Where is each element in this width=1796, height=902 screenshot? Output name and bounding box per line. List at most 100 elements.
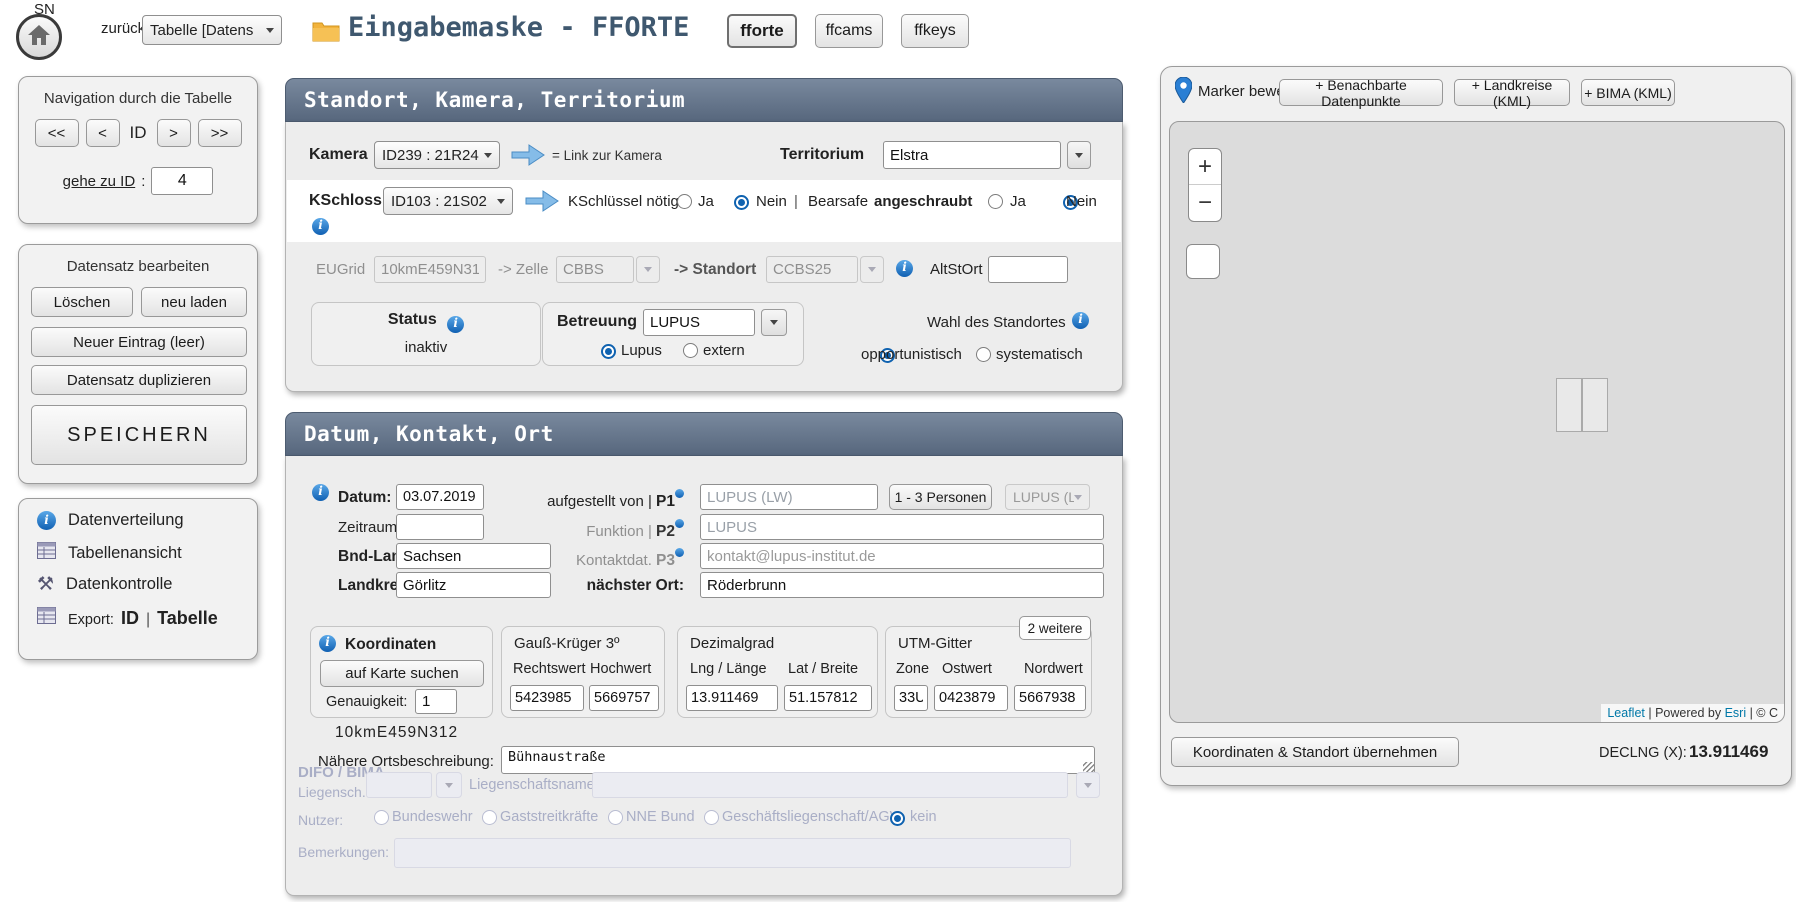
p1-select[interactable]: LUPUS (LW	[1005, 484, 1090, 510]
betreuung-extern-radio[interactable]	[683, 343, 698, 358]
wahl-label: Wahl des Standortes	[927, 314, 1066, 331]
map-marker-icon	[1175, 77, 1192, 108]
p3-input[interactable]	[700, 543, 1104, 569]
export-label: Export:	[68, 612, 114, 628]
map-layers-button[interactable]	[1186, 244, 1220, 279]
info-icon[interactable]	[675, 548, 684, 557]
reload-button[interactable]: neu laden	[141, 287, 247, 317]
info-icon[interactable]	[319, 635, 336, 652]
duplicate-button[interactable]: Datensatz duplizieren	[31, 365, 247, 395]
bearsafe-label: Bearsafe	[808, 193, 868, 210]
bearsafe-ja-radio[interactable]	[988, 194, 1003, 209]
export-id-link[interactable]: ID	[121, 608, 139, 629]
dez-lat-input[interactable]	[784, 685, 872, 711]
bima-button[interactable]: + BIMA (KML)	[1581, 79, 1675, 106]
attribution-text: | Powered by	[1645, 706, 1725, 720]
ort-input[interactable]	[700, 572, 1104, 598]
utm-zone-input[interactable]	[894, 685, 928, 711]
utm-nordwert-label: Nordwert	[1024, 661, 1083, 677]
p2-input[interactable]	[700, 514, 1104, 540]
goto-id-link[interactable]: gehe zu ID	[63, 173, 136, 190]
edit-box-title: Datensatz bearbeiten	[19, 258, 257, 275]
liegenschaftsname-dropdown-button	[1076, 772, 1100, 798]
map-canvas[interactable]: + − Leaflet | Powered by Esri | © C	[1169, 121, 1785, 723]
personen-button[interactable]: 1 - 3 Personen	[889, 484, 992, 510]
genauigkeit-input[interactable]	[415, 689, 457, 714]
nutzer-gaststreitkraefte-label: Gaststreitkräfte	[500, 809, 598, 825]
betreuung-lupus-radio[interactable]	[601, 344, 616, 359]
apply-coordinates-button[interactable]: Koordinaten & Standort übernehmen	[1171, 737, 1459, 767]
utm-zone-label: Zone	[896, 661, 929, 677]
link-tabellenansicht[interactable]: Tabellenansicht	[37, 542, 182, 564]
gk-rechtswert-input[interactable]	[510, 685, 584, 711]
home-button[interactable]	[16, 14, 62, 60]
utm-ostwert-input[interactable]	[934, 685, 1008, 711]
info-icon[interactable]	[312, 484, 329, 501]
liegenschaftsname-input	[592, 772, 1068, 798]
bearsafe-nein-label: Nein	[1066, 193, 1097, 210]
home-icon	[27, 24, 51, 51]
nav-first-button[interactable]: <<	[35, 119, 79, 147]
p1-input[interactable]	[700, 484, 878, 510]
territorium-dropdown-button[interactable]	[1067, 141, 1091, 169]
link-arrow-icon[interactable]	[510, 143, 546, 172]
nutzer-bundeswehr-radio	[374, 810, 389, 825]
gk-col1-label: Rechtswert	[513, 661, 586, 677]
info-icon[interactable]	[312, 218, 329, 235]
leaflet-link[interactable]: Leaflet	[1607, 706, 1645, 720]
p1-label-text: aufgestellt von |	[547, 493, 652, 510]
kamera-select[interactable]: ID239 : 21R24	[374, 141, 500, 169]
betreuung-input[interactable]	[643, 309, 755, 336]
utm-more-button[interactable]: 2 weitere	[1019, 616, 1091, 640]
nav-last-button[interactable]: >>	[198, 119, 242, 147]
gk-hochwert-input[interactable]	[589, 685, 659, 711]
utm-nordwert-input[interactable]	[1014, 685, 1086, 711]
gk-box: Gauß-Krüger 3º Rechtswert Hochwert	[501, 626, 665, 718]
info-icon[interactable]	[447, 316, 464, 333]
info-icon[interactable]	[675, 489, 684, 498]
dez-title: Dezimalgrad	[690, 635, 774, 652]
app-button-ffkeys[interactable]: ffkeys	[901, 14, 969, 48]
betreuung-dropdown-button[interactable]	[761, 309, 787, 336]
nav-box: Navigation durch die Tabelle << < ID > >…	[18, 76, 258, 224]
table-select[interactable]: Tabelle [Datens	[142, 15, 282, 45]
delete-button[interactable]: Löschen	[31, 287, 133, 317]
link-arrow-icon[interactable]	[524, 189, 560, 218]
ortsbeschreibung-textarea[interactable]: Bühnaustraße	[501, 746, 1095, 774]
app-button-ffcams[interactable]: ffcams	[815, 14, 883, 48]
gk-title: Gauß-Krüger 3º	[514, 635, 620, 652]
neighbors-button[interactable]: + Benachbarte Datenpunkte	[1279, 79, 1443, 106]
altstort-input[interactable]	[988, 256, 1068, 283]
zoom-out-button[interactable]: −	[1189, 185, 1221, 221]
betreuung-label: Betreuung	[557, 313, 637, 331]
p3-label-text: Kontaktdat.	[576, 552, 652, 569]
back-link[interactable]: zurück	[101, 20, 145, 37]
nutzer-label: Nutzer:	[298, 812, 343, 828]
nav-next-button[interactable]: >	[157, 119, 191, 147]
zoom-in-button[interactable]: +	[1189, 149, 1221, 185]
info-icon[interactable]	[896, 260, 913, 277]
ort-label: nächster Ort:	[466, 577, 684, 595]
goto-id-input[interactable]	[151, 167, 213, 195]
liegensch-nr-dropdown-button	[436, 772, 462, 798]
export-tabelle-link[interactable]: Tabelle	[157, 608, 218, 629]
p1-label: aufgestellt von | P1	[466, 489, 684, 511]
new-entry-button[interactable]: Neuer Eintrag (leer)	[31, 327, 247, 357]
territorium-input[interactable]	[883, 141, 1061, 169]
nav-prev-button[interactable]: <	[86, 119, 120, 147]
topbar: SN zurück Tabelle [Datens Eingabemaske -…	[0, 0, 1796, 60]
nutzer-kein-radio	[890, 811, 905, 826]
kschloss-select[interactable]: ID103 : 21S02	[383, 187, 513, 215]
save-button[interactable]: SPEICHERN	[31, 405, 247, 465]
dez-lng-input[interactable]	[686, 685, 778, 711]
esri-link[interactable]: Esri	[1725, 706, 1747, 720]
landkreise-button[interactable]: + Landkreise (KML)	[1454, 79, 1570, 106]
wahl-systematisch-radio[interactable]	[976, 347, 991, 362]
karte-suchen-button[interactable]: auf Karte suchen	[320, 660, 484, 687]
kschluessel-ja-radio[interactable]	[677, 194, 692, 209]
link-datenkontrolle[interactable]: Datenkontrolle	[37, 573, 172, 596]
info-icon[interactable]	[675, 519, 684, 528]
app-button-fforte[interactable]: fforte	[727, 14, 797, 48]
link-datenverteilung[interactable]: Datenverteilung	[37, 511, 184, 530]
info-icon[interactable]	[1072, 312, 1089, 329]
